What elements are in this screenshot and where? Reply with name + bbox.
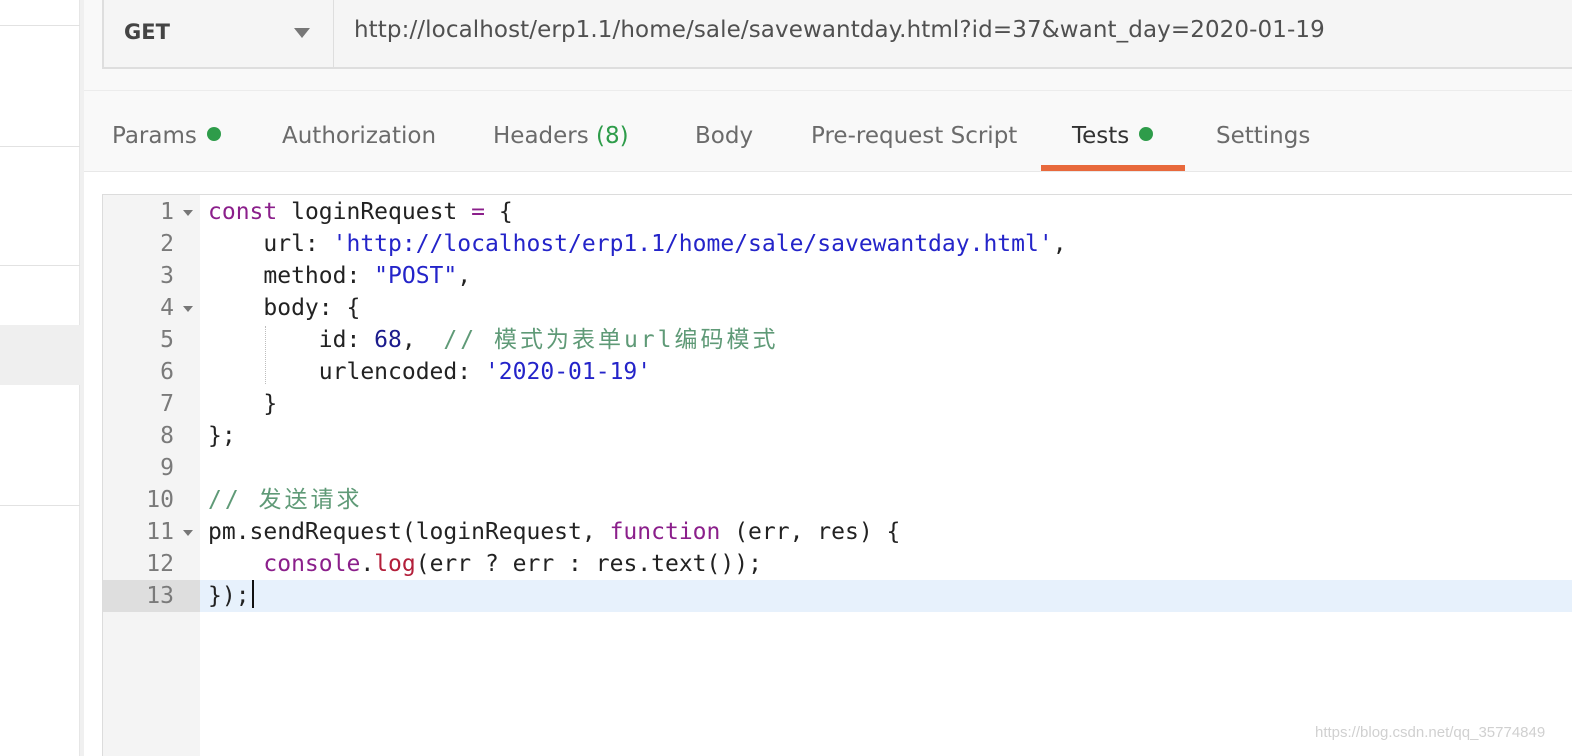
sidebar-divider <box>0 146 80 147</box>
request-tabs: Params Authorization Headers (8) Body Pr… <box>84 90 1572 172</box>
line-number: 5 <box>160 327 174 353</box>
code-line[interactable]: 12 console.log(err ? err : res.text()); <box>103 548 1572 580</box>
tab-label: Authorization <box>282 123 437 149</box>
tab-tests[interactable]: Tests <box>1072 123 1154 149</box>
line-number: 9 <box>160 455 174 481</box>
active-tab-underline <box>1041 165 1185 171</box>
code-text: url: 'http://localhost/erp1.1/home/sale/… <box>208 231 1067 257</box>
tab-params[interactable]: Params <box>112 123 221 149</box>
tab-headers[interactable]: Headers (8) <box>493 123 629 149</box>
code-line[interactable]: 10 // 发送请求 <box>103 484 1572 516</box>
sidebar-selected-item[interactable] <box>0 325 80 385</box>
sidebar-divider <box>0 265 80 266</box>
code-text: const loginRequest = { <box>208 199 513 225</box>
watermark: https://blog.csdn.net/qq_35774849 <box>1315 724 1546 741</box>
line-number: 12 <box>146 551 174 577</box>
line-number: 3 <box>160 263 174 289</box>
code-text: method: "POST", <box>208 263 472 289</box>
line-number: 2 <box>160 231 174 257</box>
text-cursor <box>252 580 254 608</box>
tab-body[interactable]: Body <box>695 123 753 149</box>
code-text: pm.sendRequest(loginRequest, function (e… <box>208 519 901 545</box>
chevron-down-icon[interactable] <box>294 28 310 38</box>
method-label: GET <box>124 20 170 44</box>
sidebar-divider <box>0 505 80 506</box>
url-text[interactable]: http://localhost/erp1.1/home/sale/savewa… <box>354 17 1325 43</box>
tab-settings[interactable]: Settings <box>1216 123 1310 149</box>
code-text: // 发送请求 <box>208 487 363 513</box>
indent-guide <box>265 326 266 384</box>
code-text: }); <box>208 583 250 609</box>
params-indicator-dot-icon <box>206 127 221 141</box>
code-line[interactable]: 3 method: "POST", <box>103 260 1572 292</box>
fold-arrow-icon[interactable] <box>183 210 193 216</box>
code-line[interactable]: 4 body: { <box>103 292 1572 324</box>
code-line[interactable]: 1 const loginRequest = { <box>103 196 1572 228</box>
fold-arrow-icon[interactable] <box>183 530 193 536</box>
left-sidebar <box>0 0 80 756</box>
tab-pre-request-script[interactable]: Pre-request Script <box>811 123 1017 149</box>
code-line[interactable]: 11 pm.sendRequest(loginRequest, function… <box>103 516 1572 548</box>
code-text: } <box>208 391 278 417</box>
line-number: 8 <box>160 423 174 449</box>
code-text: }; <box>208 423 236 449</box>
tab-label: Params <box>112 123 197 149</box>
tab-label: Settings <box>1216 123 1311 149</box>
line-number: 6 <box>160 359 174 385</box>
line-number: 10 <box>146 487 174 513</box>
tests-code-editor[interactable]: 1 const loginRequest = { 2 url: 'http://… <box>102 194 1572 756</box>
headers-count: (8) <box>596 123 629 149</box>
code-line[interactable]: 9 <box>103 452 1572 484</box>
code-text: body: { <box>208 295 361 321</box>
fold-arrow-icon[interactable] <box>183 306 193 312</box>
tab-authorization[interactable]: Authorization <box>282 123 436 149</box>
line-number: 13 <box>103 580 200 612</box>
tests-indicator-dot-icon <box>1139 127 1154 141</box>
code-lines[interactable]: 1 const loginRequest = { 2 url: 'http://… <box>103 196 1572 612</box>
code-line[interactable]: 7 } <box>103 388 1572 420</box>
code-line[interactable]: 8 }; <box>103 420 1572 452</box>
code-line[interactable]: 5 id: 68, // 模式为表单url编码模式 <box>103 324 1572 356</box>
tab-label: Pre-request Script <box>811 123 1018 149</box>
code-line[interactable]: 6 urlencoded: '2020-01-19' <box>103 356 1572 388</box>
code-text: console.log(err ? err : res.text()); <box>263 551 762 577</box>
code-line[interactable]: 2 url: 'http://localhost/erp1.1/home/sal… <box>103 228 1572 260</box>
line-number: 7 <box>160 391 174 417</box>
tab-label: Tests <box>1072 123 1130 149</box>
code-text: urlencoded: '2020-01-19' <box>208 359 652 385</box>
tab-label: Body <box>695 123 754 149</box>
method-select[interactable]: GET <box>102 0 334 69</box>
code-text: id: 68, // 模式为表单url编码模式 <box>208 327 779 353</box>
tab-label: Headers <box>493 123 589 149</box>
code-line-current[interactable]: 13 }); <box>103 580 1572 612</box>
sidebar-divider <box>0 25 80 26</box>
url-input[interactable]: http://localhost/erp1.1/home/sale/savewa… <box>333 0 1572 69</box>
